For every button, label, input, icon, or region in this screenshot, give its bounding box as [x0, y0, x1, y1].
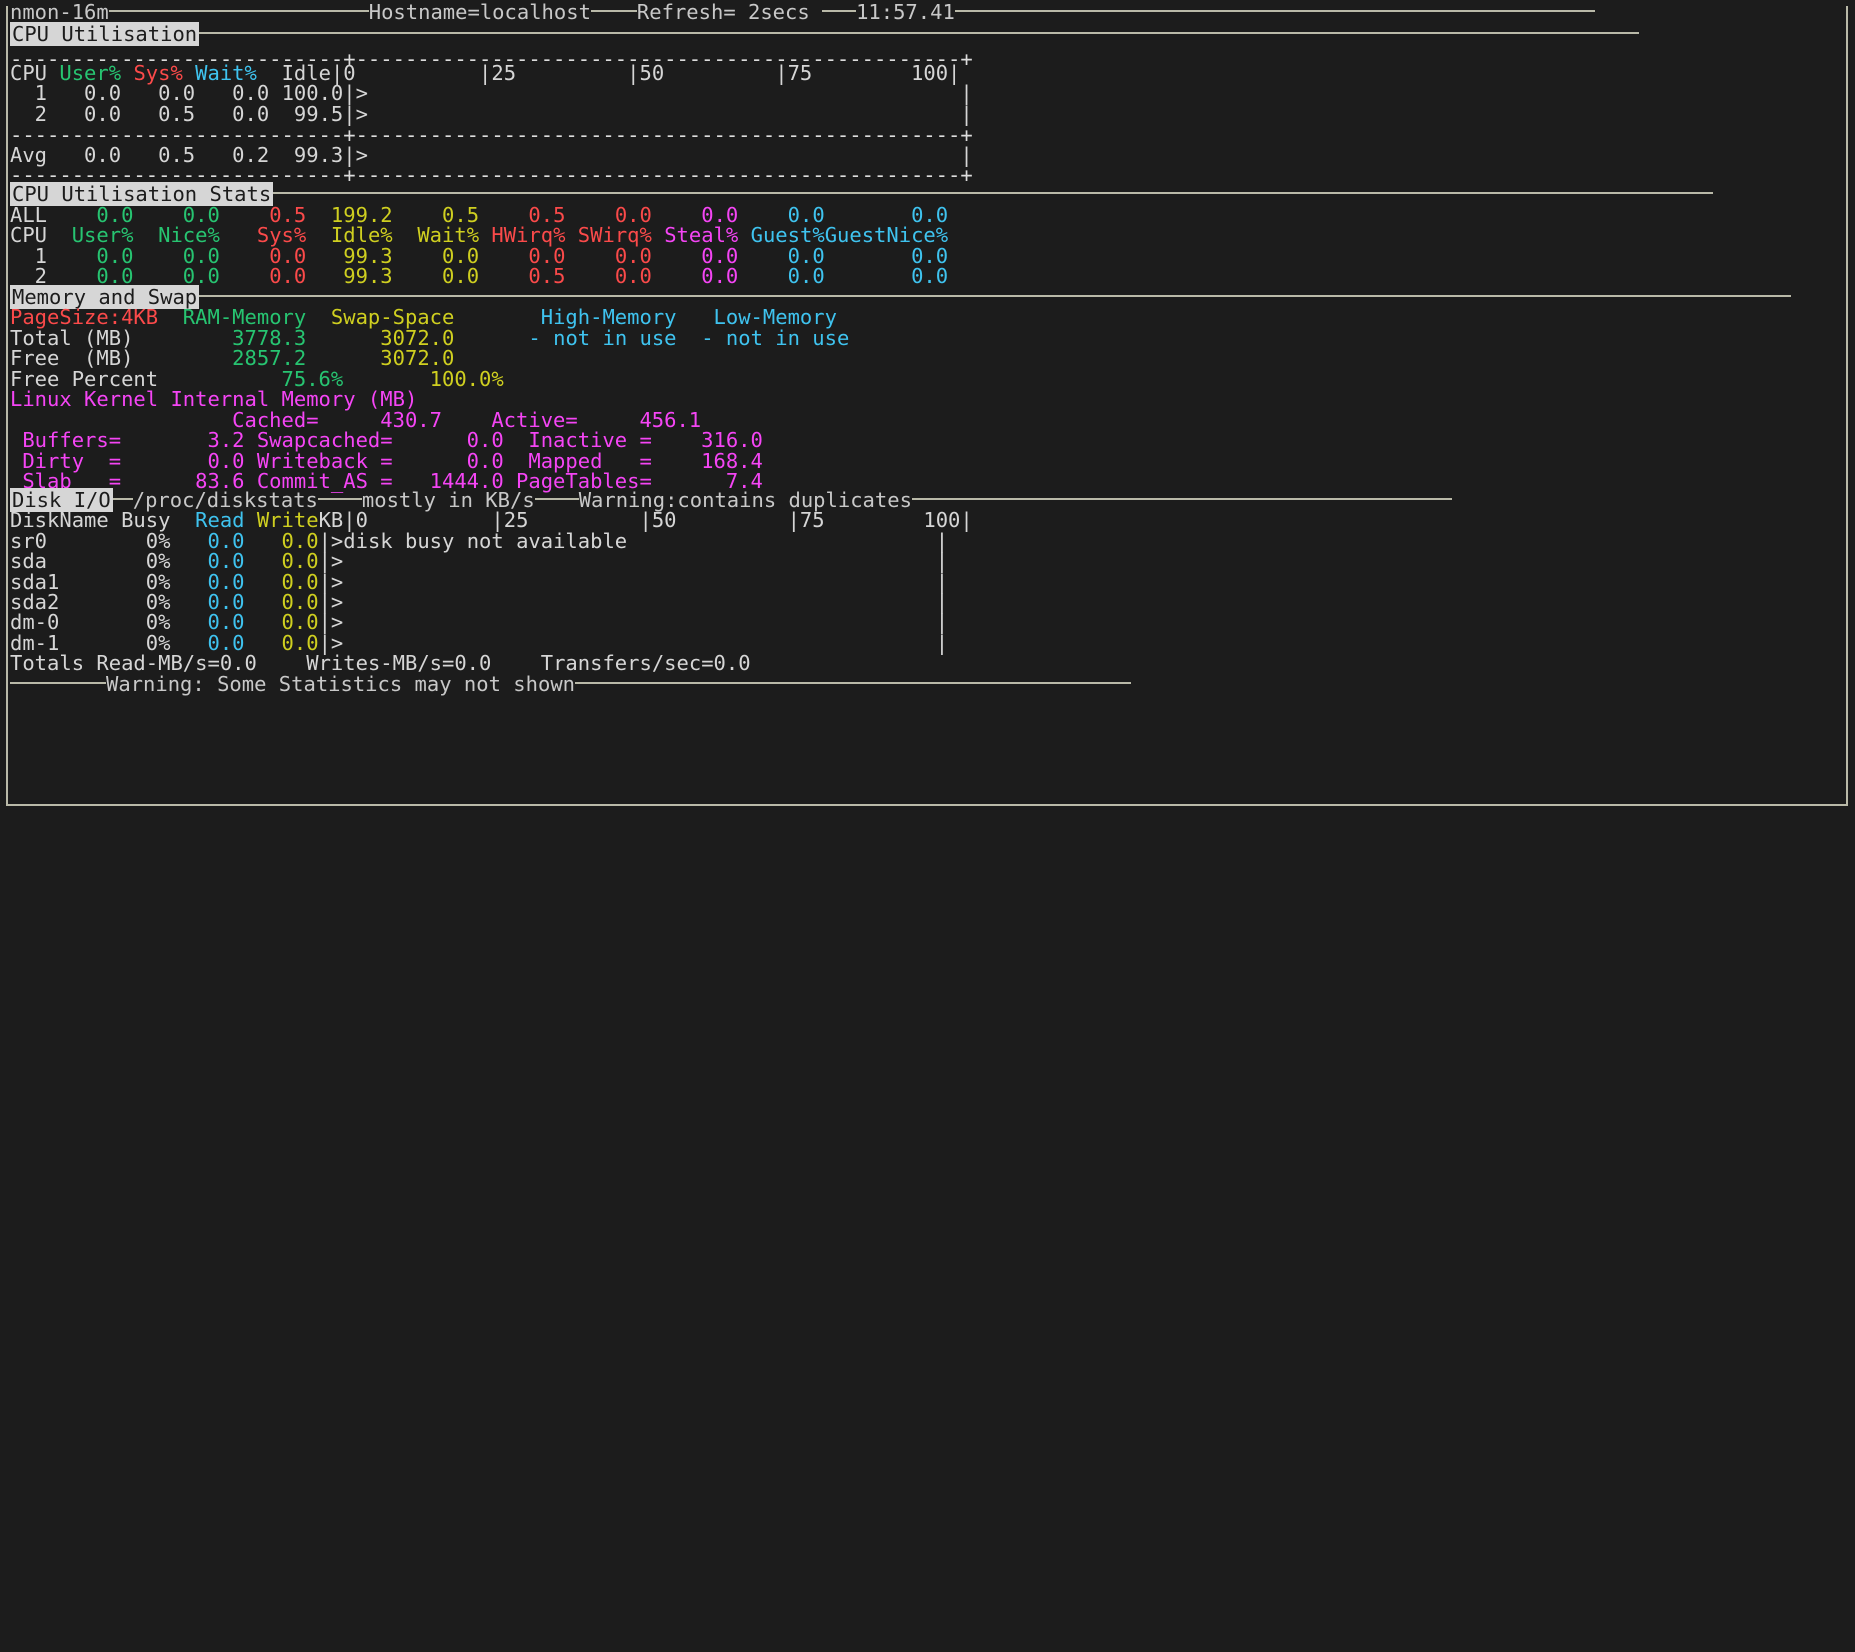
memory-row-swap: 100.0%: [430, 367, 504, 391]
disk-rule-4: [912, 498, 1452, 500]
section-title-cpu-utilisation: CPU Utilisation: [10, 22, 1639, 46]
title-rule-3: [822, 10, 856, 12]
cpu-utilisation-chip: CPU Utilisation: [10, 22, 199, 46]
footer-rule-left: [10, 682, 106, 684]
title-rule-4: [955, 10, 1595, 12]
terminal-border-right: [1846, 6, 1848, 806]
clock-label: 11:57.41: [856, 0, 955, 24]
nmon-terminal[interactable]: nmon-16m Hostname=localhost Refresh= 2secs…: [0, 0, 1855, 833]
memory-row-high: - not in use: [528, 326, 676, 350]
footer-warning: Warning: Some Statistics may not shown: [10, 672, 1131, 696]
title-bar: nmon-16m Hostname=localhost Refresh= 2secs…: [10, 0, 1595, 24]
terminal-border-bottom: [6, 804, 1848, 806]
memory-swap-rule: [199, 295, 1791, 297]
refresh-label: Refresh= 2secs: [637, 0, 810, 24]
title-rule-2: [591, 10, 637, 12]
cpu-utilisation-rule: [199, 32, 1639, 34]
title-rule-1: [109, 10, 369, 12]
footer-rule-right: [575, 682, 1131, 684]
disk-rule-1: [113, 498, 133, 500]
disk-rule-2: [318, 498, 362, 500]
cpu-stats-rule: [273, 192, 1713, 194]
app-title: nmon-16m: [10, 0, 109, 24]
hostname-label: Hostname=localhost: [369, 0, 591, 24]
disk-rule-3: [535, 498, 579, 500]
footer-warning-text: Warning: Some Statistics may not shown: [106, 672, 575, 696]
memory-row-low: - not in use: [701, 326, 849, 350]
terminal-border-left: [6, 6, 8, 806]
